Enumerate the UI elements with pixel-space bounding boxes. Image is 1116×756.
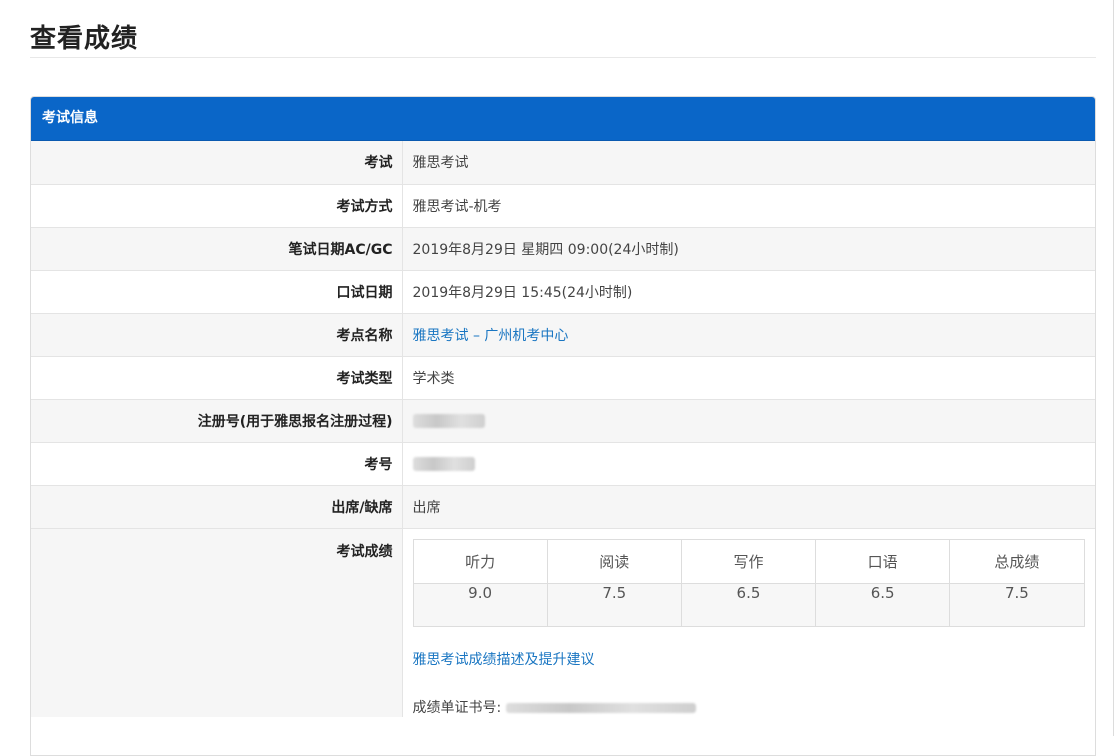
panel-header: 考试信息 (31, 97, 1095, 141)
row-value-speaking-date: 2019年8月29日 15:45(24小时制) (402, 269, 1095, 313)
table-row: 考试成绩 听力 阅读 写作 口语 总成绩 9.0 7.5 6.5 6.5 7.5… (31, 527, 1095, 717)
row-label-registration-number: 注册号(用于雅思报名注册过程) (31, 398, 403, 442)
row-label-written-date: 笔试日期AC/GC (31, 226, 403, 270)
redacted-certificate-number (505, 702, 696, 713)
score-value-writing: 6.5 (680, 582, 817, 627)
score-header-overall: 总成绩 (949, 538, 1085, 584)
score-value-listening: 9.0 (412, 582, 548, 627)
scores-header-row: 听力 阅读 写作 口语 总成绩 (412, 538, 1085, 584)
row-value-exam: 雅思考试 (402, 141, 1095, 184)
exam-info-panel: 考试信息 考试 雅思考试 考试方式 雅思考试-机考 笔试日期AC/GC 2019… (30, 96, 1096, 756)
redacted-candidate-number (412, 456, 475, 471)
row-value-test-center: 雅思考试 – 广州机考中心 (402, 312, 1095, 356)
row-label-exam: 考试 (31, 141, 403, 184)
test-center-link[interactable]: 雅思考试 – 广州机考中心 (413, 328, 569, 344)
row-value-exam-method: 雅思考试-机考 (402, 183, 1095, 227)
table-row: 考试类型 学术类 (31, 355, 1095, 399)
table-row: 口试日期 2019年8月29日 15:45(24小时制) (31, 269, 1095, 313)
page-title: 查看成绩 (30, 24, 139, 54)
row-label-test-center: 考点名称 (31, 312, 403, 356)
certificate-number-label: 成绩单证书号: (412, 699, 502, 716)
table-row: 出席/缺席 出席 (31, 484, 1095, 528)
row-label-exam-method: 考试方式 (31, 183, 403, 227)
certificate-number-line: 成绩单证书号: (413, 697, 1086, 717)
score-description-link[interactable]: 雅思考试成绩描述及提升建议 (413, 649, 1086, 669)
score-header-reading: 阅读 (546, 538, 682, 584)
row-value-attendance: 出席 (402, 484, 1095, 528)
scores-table: 听力 阅读 写作 口语 总成绩 9.0 7.5 6.5 6.5 7.5 (412, 538, 1085, 627)
row-label-candidate-number: 考号 (31, 441, 403, 485)
table-row: 笔试日期AC/GC 2019年8月29日 星期四 09:00(24小时制) (31, 226, 1095, 270)
exam-info-table: 考试 雅思考试 考试方式 雅思考试-机考 笔试日期AC/GC 2019年8月29… (31, 141, 1095, 717)
table-row: 考号 (31, 441, 1095, 485)
score-header-writing: 写作 (680, 538, 817, 584)
score-header-listening: 听力 (412, 538, 548, 584)
table-row: 考试方式 雅思考试-机考 (31, 183, 1095, 227)
table-row: 注册号(用于雅思报名注册过程) (31, 398, 1095, 442)
row-value-scores: 听力 阅读 写作 口语 总成绩 9.0 7.5 6.5 6.5 7.5 雅思考试… (402, 527, 1095, 717)
row-label-attendance: 出席/缺席 (31, 484, 403, 528)
row-value-candidate-number (402, 441, 1095, 485)
row-value-written-date: 2019年8月29日 星期四 09:00(24小时制) (402, 226, 1095, 270)
row-label-scores: 考试成绩 (31, 527, 403, 717)
table-row: 考点名称 雅思考试 – 广州机考中心 (31, 312, 1095, 356)
redacted-registration-number (412, 413, 485, 428)
score-header-speaking: 口语 (815, 538, 951, 584)
score-value-overall: 7.5 (949, 582, 1085, 627)
row-value-exam-type: 学术类 (402, 355, 1095, 399)
row-value-registration-number (402, 398, 1095, 442)
scores-value-row: 9.0 7.5 6.5 6.5 7.5 (412, 582, 1085, 627)
score-value-reading: 7.5 (546, 582, 682, 627)
row-label-exam-type: 考试类型 (31, 355, 403, 399)
title-divider (30, 57, 1096, 58)
score-value-speaking: 6.5 (815, 582, 951, 627)
row-label-speaking-date: 口试日期 (31, 269, 403, 313)
table-row: 考试 雅思考试 (31, 141, 1095, 184)
page-edge-divider (1113, 0, 1114, 736)
